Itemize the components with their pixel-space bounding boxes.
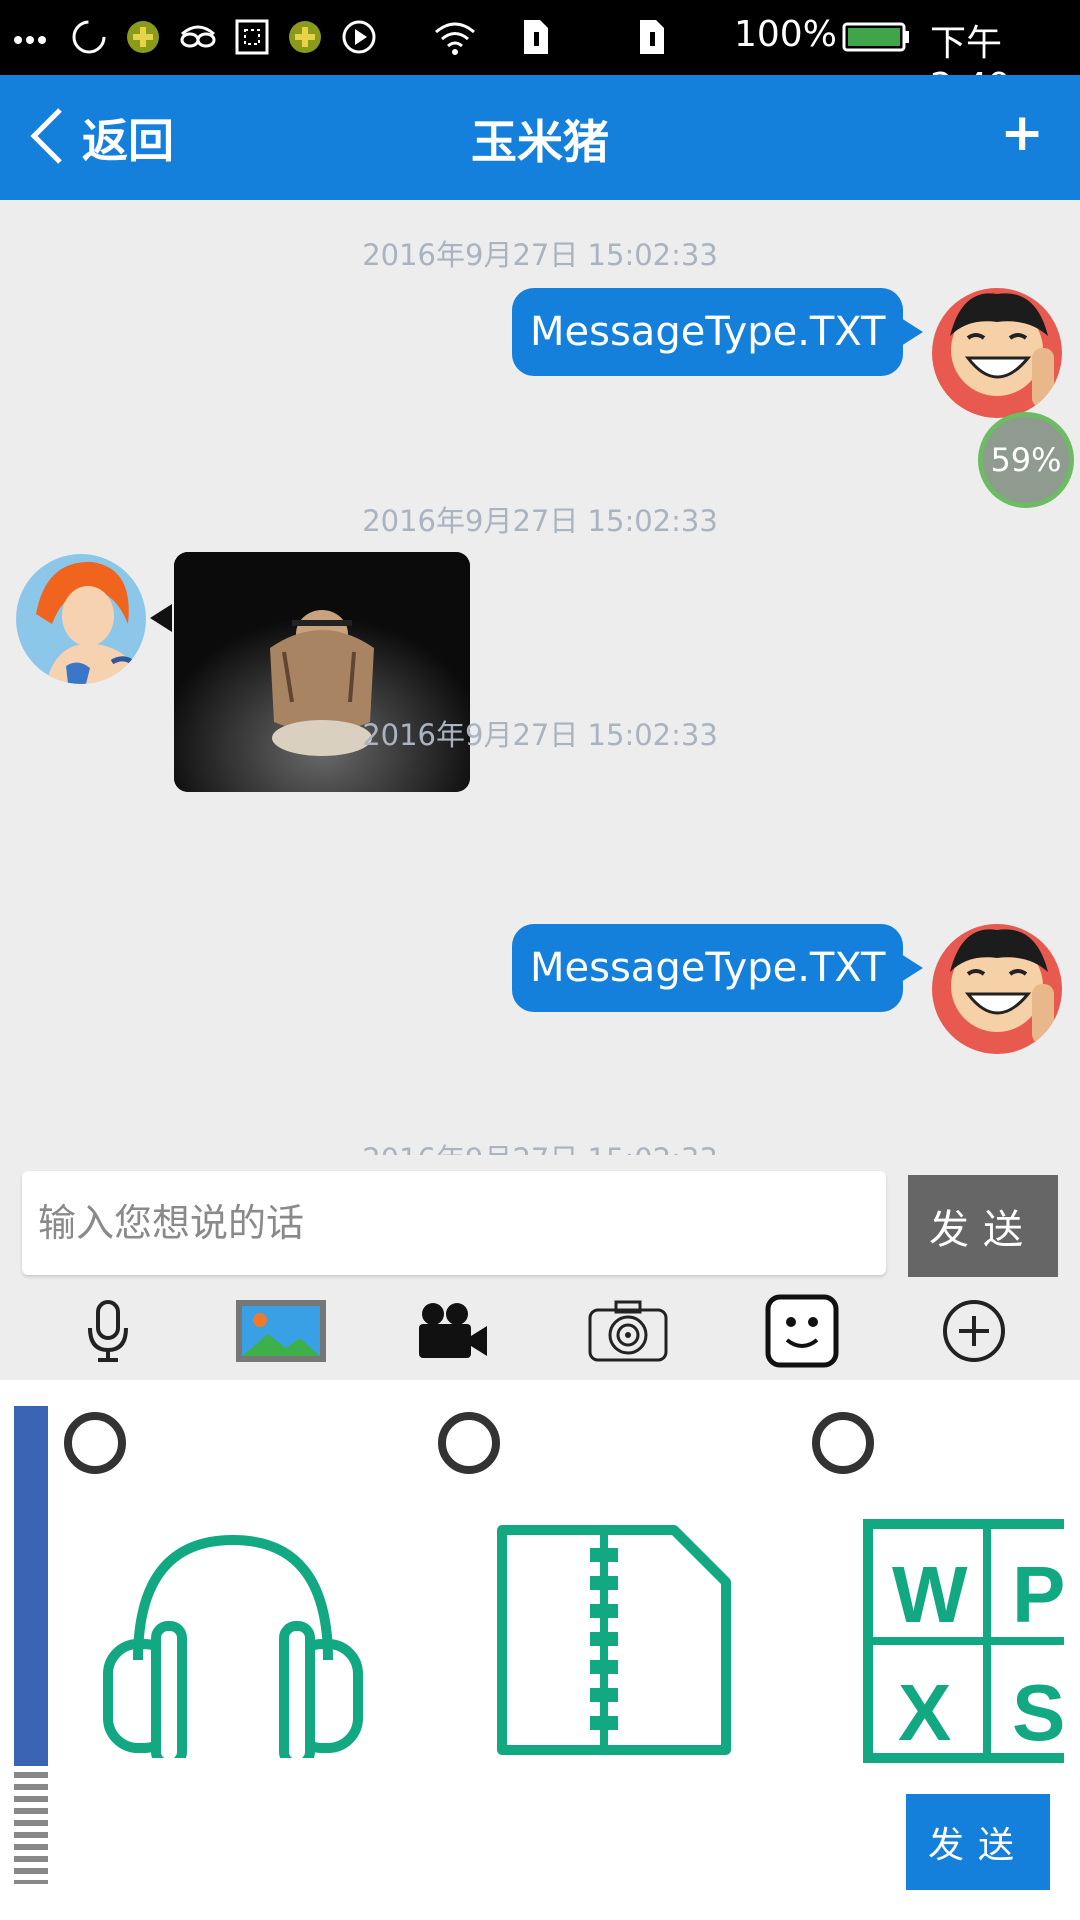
chat-area[interactable]: 2016年9月27日 15:02:33 MessageType.TXT 59% … [0, 200, 1080, 1155]
page-title: 玉米猪 [471, 115, 609, 169]
add-button[interactable]: + [1000, 103, 1044, 163]
side-strip [14, 1406, 48, 1884]
message-timestamp: 2016年9月27日 15:02:33 [0, 1136, 1080, 1155]
camera-icon[interactable] [586, 1294, 670, 1368]
title-bar: 返回 玉米猪 + [0, 75, 1080, 200]
sync-icon [70, 18, 108, 60]
audio-file-icon[interactable] [96, 1520, 370, 1769]
scan-icon [234, 18, 270, 60]
select-radio[interactable] [812, 1412, 874, 1474]
message-input[interactable] [22, 1171, 886, 1275]
svg-text:X: X [898, 1668, 951, 1757]
office-file-icon[interactable]: W P X S [862, 1518, 1064, 1764]
image-message[interactable] [174, 552, 470, 792]
add-circle-icon[interactable] [934, 1294, 1014, 1368]
glasses-icon [178, 18, 218, 60]
sim1-icon [522, 18, 550, 60]
emoji-icon[interactable] [762, 1294, 842, 1368]
message-timestamp: 2016年9月27日 15:02:33 [362, 504, 718, 538]
svg-text:S: S [1012, 1668, 1064, 1757]
play-icon [340, 18, 378, 60]
input-row: 发送 [0, 1155, 1080, 1280]
plus-badge-icon [286, 18, 324, 60]
svg-text:W: W [892, 1550, 968, 1639]
video-camera-icon[interactable] [412, 1294, 492, 1368]
message-timestamp: 2016年9月27日 15:02:33 [362, 718, 718, 752]
attachment-toolbar [0, 1282, 1080, 1380]
zip-file-icon[interactable] [494, 1522, 734, 1762]
file-picker-panel: W P X S 发送 [0, 1380, 1080, 1920]
more-icon [14, 30, 46, 49]
send-file-button[interactable]: 发送 [906, 1794, 1050, 1890]
select-radio[interactable] [64, 1412, 126, 1474]
wifi-icon [432, 18, 478, 60]
battery-percent: 100% [734, 14, 837, 55]
battery-icon [842, 22, 910, 56]
picture-icon[interactable] [234, 1294, 328, 1368]
upload-progress: 59% [978, 412, 1074, 508]
avatar-self[interactable] [932, 288, 1062, 418]
text-message-bubble[interactable]: MessageType.TXT [512, 288, 924, 376]
plus-badge-icon [124, 18, 162, 60]
select-radio[interactable] [438, 1412, 500, 1474]
microphone-icon[interactable] [68, 1294, 148, 1368]
send-button[interactable]: 发送 [908, 1175, 1058, 1277]
svg-text:P: P [1012, 1550, 1064, 1639]
status-bar: 100% 下午2:49 [0, 0, 1080, 107]
avatar-self[interactable] [932, 924, 1062, 1054]
message-timestamp: 2016年9月27日 15:02:33 [362, 238, 718, 272]
sim2-icon [638, 18, 666, 60]
text-message-bubble[interactable]: MessageType.TXT [512, 924, 924, 1012]
avatar-contact[interactable] [16, 554, 146, 684]
image-bubble-arrow [150, 604, 172, 632]
